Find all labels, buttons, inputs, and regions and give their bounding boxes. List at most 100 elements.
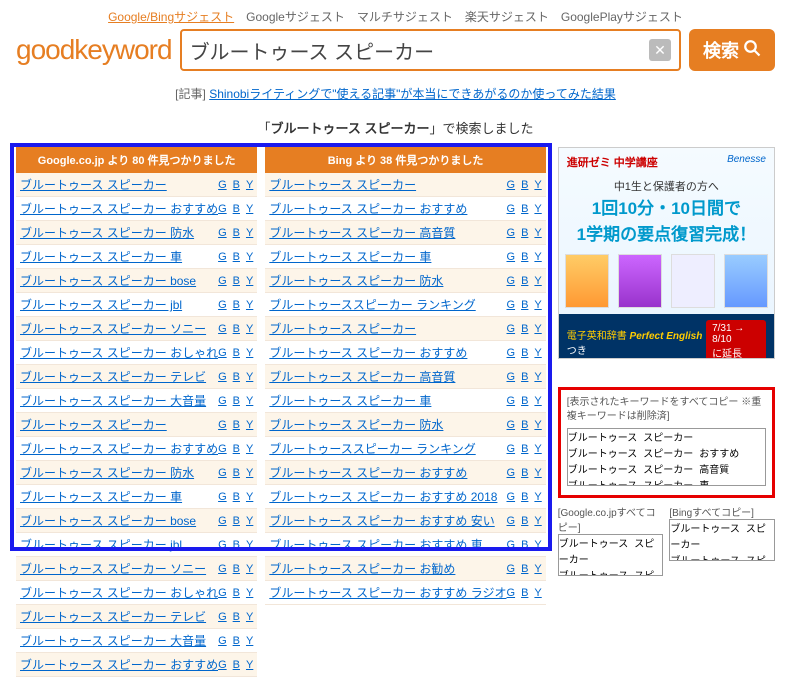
search-b-link[interactable]: B xyxy=(521,539,528,551)
search-g-link[interactable]: G xyxy=(507,323,516,335)
keyword-link[interactable]: ブルートゥーススピーカー ランキング xyxy=(269,440,506,457)
keyword-link[interactable]: ブルートゥース スピーカー おすすめ xyxy=(20,656,218,673)
copy-all-textarea[interactable] xyxy=(567,428,766,486)
nav-マルチサジェスト[interactable]: マルチサジェスト xyxy=(357,10,453,24)
search-g-link[interactable]: G xyxy=(218,539,227,551)
search-b-link[interactable]: B xyxy=(521,299,528,311)
search-g-link[interactable]: G xyxy=(218,371,227,383)
search-b-link[interactable]: B xyxy=(233,467,240,479)
search-g-link[interactable]: G xyxy=(507,227,516,239)
search-button[interactable]: 検索 xyxy=(689,29,775,71)
search-g-link[interactable]: G xyxy=(507,179,516,191)
search-b-link[interactable]: B xyxy=(521,491,528,503)
keyword-link[interactable]: ブルートゥース スピーカー xyxy=(20,176,218,193)
search-b-link[interactable]: B xyxy=(521,419,528,431)
search-y-link[interactable]: Y xyxy=(534,227,541,239)
keyword-link[interactable]: ブルートゥース スピーカー 防水 xyxy=(20,464,218,481)
search-y-link[interactable]: Y xyxy=(246,203,253,215)
search-g-link[interactable]: G xyxy=(218,419,227,431)
search-b-link[interactable]: B xyxy=(521,443,528,455)
search-g-link[interactable]: G xyxy=(507,371,516,383)
search-g-link[interactable]: G xyxy=(507,203,516,215)
copy-bing-textarea[interactable] xyxy=(669,519,775,561)
search-y-link[interactable]: Y xyxy=(246,635,253,647)
search-y-link[interactable]: Y xyxy=(246,323,253,335)
search-g-link[interactable]: G xyxy=(507,515,516,527)
search-y-link[interactable]: Y xyxy=(246,539,253,551)
search-y-link[interactable]: Y xyxy=(534,299,541,311)
search-y-link[interactable]: Y xyxy=(246,515,253,527)
search-y-link[interactable]: Y xyxy=(246,347,253,359)
search-y-link[interactable]: Y xyxy=(246,659,253,671)
keyword-link[interactable]: ブルートゥース スピーカー ソニー xyxy=(20,320,218,337)
keyword-link[interactable]: ブルートゥース スピーカー 防水 xyxy=(269,272,506,289)
search-y-link[interactable]: Y xyxy=(534,515,541,527)
keyword-link[interactable]: ブルートゥース スピーカー テレビ xyxy=(20,368,218,385)
keyword-link[interactable]: ブルートゥース スピーカー jbl xyxy=(20,536,218,553)
search-b-link[interactable]: B xyxy=(233,611,240,623)
search-b-link[interactable]: B xyxy=(521,179,528,191)
search-b-link[interactable]: B xyxy=(521,347,528,359)
search-y-link[interactable]: Y xyxy=(534,251,541,263)
search-y-link[interactable]: Y xyxy=(534,419,541,431)
search-y-link[interactable]: Y xyxy=(534,467,541,479)
search-g-link[interactable]: G xyxy=(507,347,516,359)
search-b-link[interactable]: B xyxy=(233,275,240,287)
search-b-link[interactable]: B xyxy=(233,251,240,263)
search-b-link[interactable]: B xyxy=(521,227,528,239)
search-b-link[interactable]: B xyxy=(521,563,528,575)
search-b-link[interactable]: B xyxy=(233,563,240,575)
keyword-link[interactable]: ブルートゥース スピーカー 高音質 xyxy=(269,224,506,241)
search-g-link[interactable]: G xyxy=(218,395,227,407)
search-y-link[interactable]: Y xyxy=(534,179,541,191)
search-b-link[interactable]: B xyxy=(521,371,528,383)
search-b-link[interactable]: B xyxy=(233,323,240,335)
keyword-link[interactable]: ブルートゥース スピーカー 大音量 xyxy=(20,632,218,649)
search-y-link[interactable]: Y xyxy=(534,203,541,215)
search-g-link[interactable]: G xyxy=(218,299,227,311)
search-y-link[interactable]: Y xyxy=(534,275,541,287)
keyword-link[interactable]: ブルートゥース スピーカー 防水 xyxy=(269,416,506,433)
search-y-link[interactable]: Y xyxy=(246,179,253,191)
search-g-link[interactable]: G xyxy=(218,515,227,527)
search-g-link[interactable]: G xyxy=(507,395,516,407)
search-g-link[interactable]: G xyxy=(218,275,227,287)
keyword-link[interactable]: ブルートゥース スピーカー 車 xyxy=(20,488,218,505)
search-y-link[interactable]: Y xyxy=(534,539,541,551)
keyword-link[interactable]: ブルートゥース スピーカー おすすめ 2018 xyxy=(269,488,506,505)
search-b-link[interactable]: B xyxy=(521,515,528,527)
search-g-link[interactable]: G xyxy=(507,491,516,503)
keyword-link[interactable]: ブルートゥース スピーカー おすすめ ラジオ xyxy=(269,584,506,601)
search-b-link[interactable]: B xyxy=(521,275,528,287)
search-b-link[interactable]: B xyxy=(233,299,240,311)
keyword-link[interactable]: ブルートゥース スピーカー テレビ xyxy=(20,608,218,625)
search-g-link[interactable]: G xyxy=(218,659,227,671)
search-g-link[interactable]: G xyxy=(218,635,227,647)
ad-banner[interactable]: 進研ゼミ 中学講座 Benesse 中1生と保護者の方へ 1回10分・10日間で… xyxy=(558,147,775,359)
keyword-link[interactable]: ブルートゥース スピーカー 車 xyxy=(20,248,218,265)
search-b-link[interactable]: B xyxy=(233,179,240,191)
clear-icon[interactable]: ✕ xyxy=(649,39,671,61)
keyword-link[interactable]: ブルートゥース スピーカー 車 xyxy=(269,392,506,409)
search-b-link[interactable]: B xyxy=(233,539,240,551)
keyword-link[interactable]: ブルートゥース スピーカー xyxy=(269,176,506,193)
search-b-link[interactable]: B xyxy=(233,515,240,527)
keyword-link[interactable]: ブルートゥース スピーカー 防水 xyxy=(20,224,218,241)
search-g-link[interactable]: G xyxy=(507,443,516,455)
search-g-link[interactable]: G xyxy=(218,347,227,359)
search-b-link[interactable]: B xyxy=(233,635,240,647)
keyword-link[interactable]: ブルートゥース スピーカー おすすめ 車 xyxy=(269,536,506,553)
search-b-link[interactable]: B xyxy=(521,203,528,215)
search-g-link[interactable]: G xyxy=(218,467,227,479)
search-g-link[interactable]: G xyxy=(218,491,227,503)
keyword-link[interactable]: ブルートゥース スピーカー おすすめ xyxy=(20,200,218,217)
search-g-link[interactable]: G xyxy=(218,443,227,455)
keyword-link[interactable]: ブルートゥース スピーカー おすすめ xyxy=(269,464,506,481)
keyword-link[interactable]: ブルートゥース スピーカー xyxy=(269,320,506,337)
search-g-link[interactable]: G xyxy=(218,611,227,623)
nav-楽天サジェスト[interactable]: 楽天サジェスト xyxy=(465,10,549,24)
search-y-link[interactable]: Y xyxy=(534,323,541,335)
search-y-link[interactable]: Y xyxy=(246,611,253,623)
search-b-link[interactable]: B xyxy=(233,395,240,407)
keyword-link[interactable]: ブルートゥース スピーカー おすすめ xyxy=(269,344,506,361)
